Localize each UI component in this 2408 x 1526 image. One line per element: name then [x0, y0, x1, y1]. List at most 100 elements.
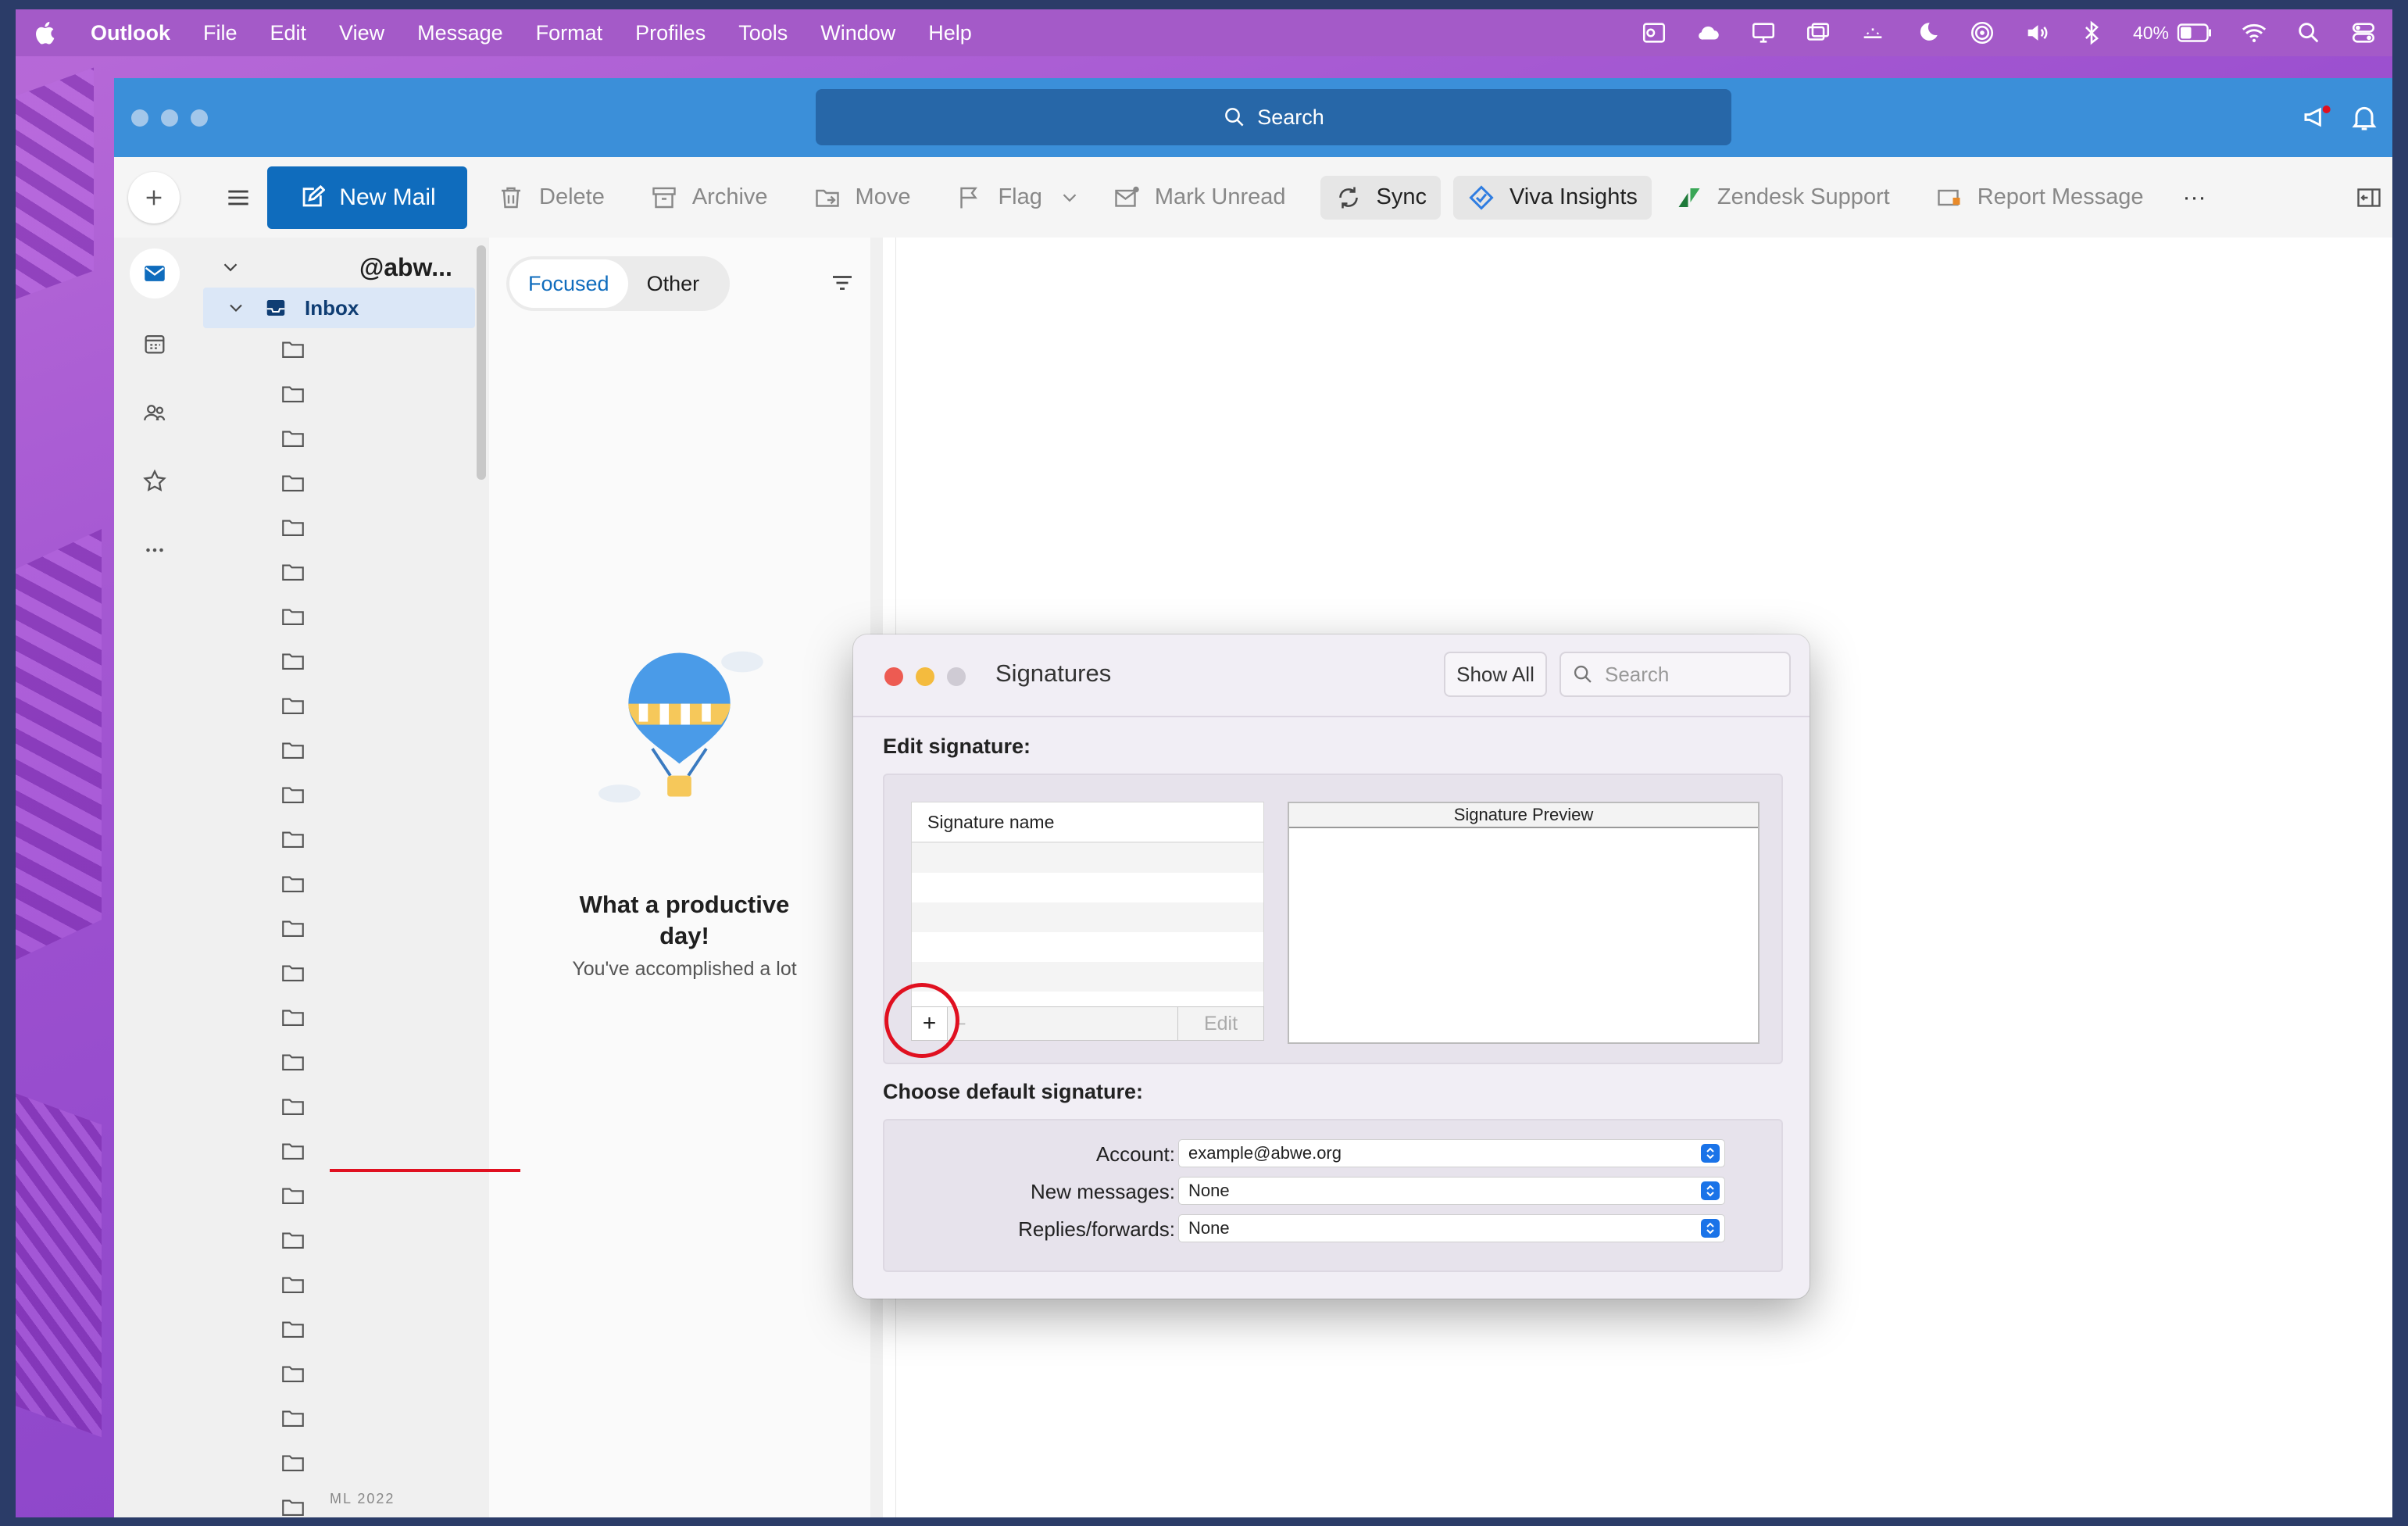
menu-help[interactable]: Help — [928, 21, 972, 45]
mail-app-button[interactable] — [130, 248, 180, 298]
window-close-button[interactable] — [131, 109, 148, 127]
list-row[interactable] — [912, 932, 1263, 962]
folder-item[interactable] — [280, 870, 308, 899]
flag-button[interactable]: Flag — [956, 184, 1042, 212]
menu-app-name[interactable]: Outlook — [91, 21, 170, 45]
display-icon[interactable] — [1750, 20, 1777, 46]
archive-button[interactable]: Archive — [650, 184, 768, 212]
favorites-app-button[interactable] — [130, 456, 180, 506]
folder-item[interactable] — [280, 1004, 308, 1032]
mark-unread-button[interactable]: Mark Unread — [1113, 184, 1286, 212]
menu-file[interactable]: File — [203, 21, 238, 45]
folder-item[interactable] — [280, 336, 308, 364]
screen-mirroring-icon[interactable] — [1805, 20, 1831, 46]
folder-item[interactable] — [280, 1093, 308, 1121]
menu-view[interactable]: View — [339, 21, 384, 45]
signature-name-list[interactable]: Signature name — [911, 802, 1264, 1017]
more-apps-button[interactable] — [130, 525, 180, 575]
folder-item[interactable] — [280, 1138, 308, 1166]
apple-icon[interactable] — [33, 20, 59, 46]
folder-item[interactable] — [280, 960, 308, 988]
dialog-close-button[interactable] — [884, 667, 903, 686]
folder-item[interactable] — [280, 1227, 308, 1255]
battery-indicator[interactable]: 40% — [2133, 23, 2213, 44]
folder-item[interactable] — [280, 826, 308, 854]
folder-inbox[interactable]: Inbox — [203, 288, 475, 328]
tab-focused[interactable]: Focused — [509, 259, 628, 308]
folder-scrollbar[interactable] — [477, 245, 486, 480]
folder-item[interactable] — [280, 915, 308, 943]
show-all-button[interactable]: Show All — [1444, 652, 1547, 697]
folder-item[interactable] — [280, 1449, 308, 1478]
megaphone-icon[interactable] — [2302, 102, 2333, 133]
reading-pane-toggle-icon[interactable] — [2355, 184, 2383, 212]
delete-button[interactable]: Delete — [497, 184, 605, 212]
global-search-bar[interactable]: Search — [816, 89, 1731, 145]
folder-item[interactable] — [280, 559, 308, 587]
report-message-button[interactable]: Report Message — [1935, 184, 2144, 212]
tab-other[interactable]: Other — [628, 259, 719, 308]
folder-item[interactable] — [280, 737, 308, 765]
window-minimize-button[interactable] — [161, 109, 178, 127]
window-zoom-button[interactable] — [191, 109, 208, 127]
folder-item[interactable] — [280, 381, 308, 409]
cloud-icon[interactable] — [1695, 20, 1722, 46]
dialog-search-field[interactable]: Search — [1559, 652, 1791, 697]
spotlight-icon[interactable] — [2295, 20, 2322, 46]
folder-item[interactable] — [280, 1494, 308, 1517]
sync-button[interactable]: Sync — [1320, 175, 1441, 220]
folder-item[interactable] — [280, 781, 308, 809]
folder-item[interactable] — [280, 1405, 308, 1433]
moon-icon[interactable] — [1914, 20, 1941, 46]
menu-edit[interactable]: Edit — [270, 21, 307, 45]
account-header[interactable]: @abw... — [219, 250, 477, 284]
move-button[interactable]: Move — [813, 184, 910, 212]
folder-item[interactable] — [280, 514, 308, 542]
zendesk-support-button[interactable]: Zendesk Support — [1675, 184, 1890, 212]
folder-item[interactable] — [280, 1182, 308, 1210]
new-mail-button[interactable]: New Mail — [267, 166, 467, 229]
bluetooth-icon[interactable] — [2078, 20, 2105, 46]
volume-icon[interactable] — [2024, 20, 2050, 46]
more-options-button[interactable]: ··· — [2183, 184, 2206, 211]
new-messages-select[interactable]: None — [1178, 1177, 1725, 1205]
viva-insights-button[interactable]: Viva Insights — [1452, 175, 1652, 220]
calendar-app-button[interactable] — [130, 319, 180, 369]
folder-item[interactable] — [280, 648, 308, 676]
control-center-icon[interactable] — [2350, 20, 2377, 46]
list-row[interactable] — [912, 873, 1263, 902]
bell-icon[interactable] — [2349, 102, 2380, 133]
account-select[interactable]: example@abwe.org — [1178, 1139, 1725, 1167]
folder-item[interactable] — [280, 603, 308, 631]
menu-tools[interactable]: Tools — [738, 21, 788, 45]
airdrop-icon[interactable] — [1969, 20, 1995, 46]
list-row[interactable] — [912, 962, 1263, 992]
menu-window[interactable]: Window — [820, 21, 895, 45]
list-row[interactable] — [912, 902, 1263, 932]
folder-item[interactable] — [280, 1271, 308, 1299]
edit-signature-button[interactable]: Edit — [1177, 1007, 1263, 1040]
wifi-icon[interactable] — [2241, 20, 2267, 46]
outlook-status-icon[interactable] — [1641, 20, 1667, 46]
menu-profiles[interactable]: Profiles — [635, 21, 706, 45]
people-app-button[interactable] — [130, 388, 180, 438]
folder-label-partial[interactable]: ML 2022 — [330, 1491, 395, 1507]
folder-item[interactable] — [280, 425, 308, 453]
add-app-button[interactable] — [128, 172, 180, 223]
hamburger-menu-icon[interactable] — [223, 183, 253, 213]
dialog-minimize-button[interactable] — [916, 667, 934, 686]
filter-icon[interactable] — [828, 269, 856, 297]
folder-item[interactable] — [280, 1360, 308, 1388]
menu-message[interactable]: Message — [417, 21, 503, 45]
menu-format[interactable]: Format — [536, 21, 603, 45]
flag-dropdown-chevron-icon[interactable] — [1058, 186, 1081, 209]
folder-item[interactable] — [280, 470, 308, 498]
folder-item[interactable] — [280, 1316, 308, 1344]
chevron-down-icon[interactable] — [225, 297, 247, 319]
chevron-down-icon[interactable] — [219, 256, 242, 279]
list-row[interactable] — [912, 843, 1263, 873]
weather-icon[interactable] — [1860, 20, 1886, 46]
replies-forwards-select[interactable]: None — [1178, 1214, 1725, 1242]
folder-item[interactable] — [280, 1049, 308, 1077]
folder-item[interactable] — [280, 692, 308, 720]
